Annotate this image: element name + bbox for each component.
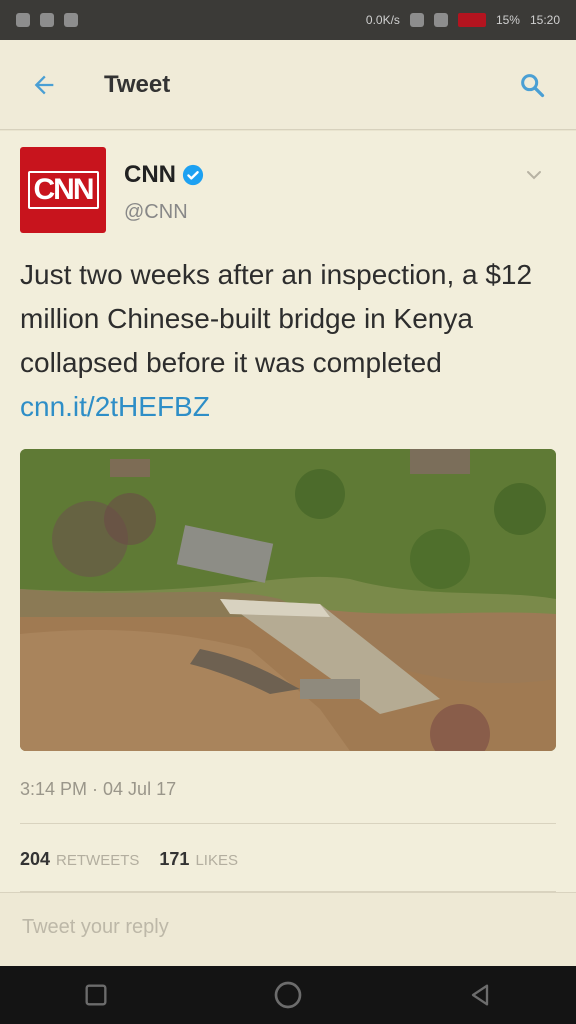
search-button[interactable] xyxy=(512,65,552,105)
page-title: Tweet xyxy=(104,70,171,98)
engagement-stats: 204 RETWEETS 171 LIKES xyxy=(20,849,252,870)
verified-badge-icon xyxy=(182,164,204,186)
triangle-back-icon xyxy=(471,984,489,1006)
retweet-count[interactable]: 204 xyxy=(20,849,50,870)
home-button[interactable] xyxy=(263,970,313,1020)
tweet-link[interactable]: cnn.it/2tHEFBZ xyxy=(20,391,210,422)
reply-input[interactable] xyxy=(20,915,424,940)
back-arrow-icon xyxy=(34,75,54,94)
tweet-body: Just two weeks after an inspection, a $1… xyxy=(20,253,550,429)
recent-apps-button[interactable] xyxy=(71,970,121,1020)
circle-icon xyxy=(274,981,302,1009)
notification-icon xyxy=(16,13,30,27)
battery-icon xyxy=(457,13,486,27)
cnn-logo: CNN xyxy=(27,171,99,209)
signal-icon xyxy=(433,13,448,27)
user-handle[interactable]: @CNN xyxy=(124,201,188,224)
search-icon xyxy=(521,73,545,97)
android-back-button[interactable] xyxy=(455,970,505,1020)
status-bar: 0.0K/s 15% 15:20 xyxy=(0,0,576,40)
tweet-timestamp: 3:14 PM · 04 Jul 17 xyxy=(20,779,177,799)
whatsapp-icon xyxy=(40,13,54,27)
android-nav-bar xyxy=(0,966,576,1024)
status-left xyxy=(16,13,78,27)
like-count[interactable]: 171 xyxy=(159,849,189,870)
clock-icon xyxy=(409,13,424,27)
display-name[interactable]: CNN xyxy=(124,161,176,189)
status-right: 0.0K/s 15% 15:20 xyxy=(366,13,560,27)
tweet-text: Just two weeks after an inspection, a $1… xyxy=(20,259,533,378)
square-icon xyxy=(85,984,107,1006)
like-label[interactable]: LIKES xyxy=(195,852,238,869)
collapsed-bridge-photo xyxy=(20,449,556,751)
tweet-detail: CNN CNN @CNN Just two weeks after an ins… xyxy=(0,131,576,966)
retweet-label[interactable]: RETWEETS xyxy=(56,852,139,869)
network-speed: 0.0K/s xyxy=(365,13,400,27)
reply-bar xyxy=(0,892,576,967)
app-bar: Tweet xyxy=(0,40,576,130)
avatar[interactable]: CNN xyxy=(20,147,106,233)
name-row: CNN xyxy=(124,161,204,189)
battery-percent: 15% xyxy=(495,13,520,27)
chevron-down-icon[interactable] xyxy=(522,163,546,187)
tweet-header: CNN CNN @CNN xyxy=(20,147,556,237)
clock-time: 15:20 xyxy=(529,13,560,27)
divider xyxy=(20,823,556,824)
back-button[interactable] xyxy=(24,65,64,105)
message-icon xyxy=(64,13,78,27)
tweet-photo[interactable] xyxy=(20,449,556,751)
